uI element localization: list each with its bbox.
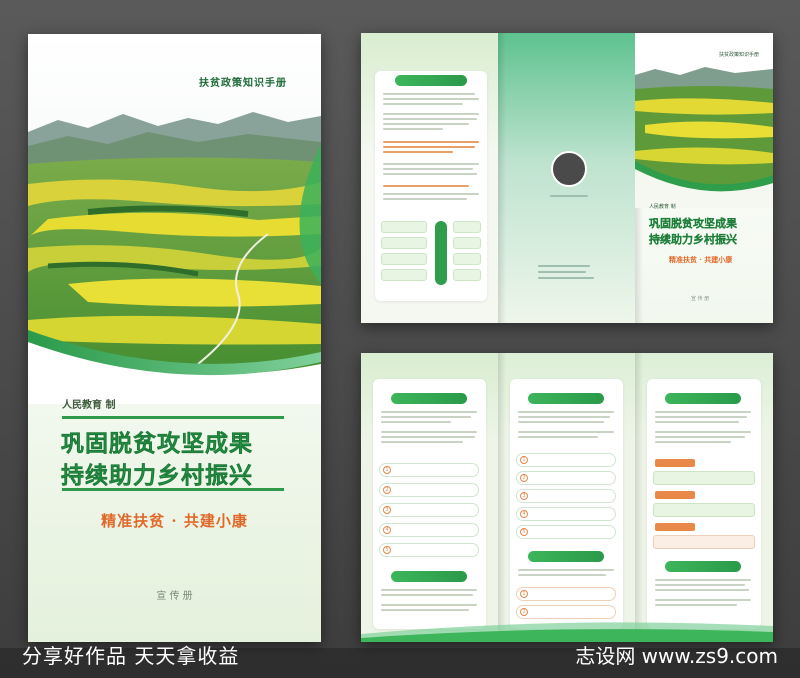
handbook-title: 扶贫政策知识手册 bbox=[199, 78, 287, 89]
cover-title-line-2: 持续助力乡村振兴 bbox=[61, 463, 253, 489]
cover-subtitle: 精准扶贫 · 共建小康 bbox=[101, 512, 248, 530]
inner-panel-right bbox=[635, 353, 773, 642]
outer-panel-right: 扶贫政策知识手册 人民教育 制 巩固脱贫攻坚成果 持续助力乡村振兴 精准扶贫 ·… bbox=[635, 33, 773, 323]
brochure-label: 宣 传 册 bbox=[156, 591, 193, 602]
title-rule-bottom bbox=[62, 488, 284, 491]
outer-panel-middle bbox=[498, 33, 635, 323]
mini-publisher: 人民教育 制 bbox=[649, 204, 676, 210]
landscape-illustration bbox=[28, 34, 321, 404]
vertical-pill bbox=[435, 221, 447, 285]
mini-subtitle: 精准扶贫 · 共建小康 bbox=[669, 255, 733, 264]
watermark-slogan: 分享好作品 天天拿收益 bbox=[22, 644, 240, 668]
mini-handbook-title: 扶贫政策知识手册 bbox=[718, 52, 759, 58]
mini-landscape-illustration bbox=[635, 33, 773, 208]
mini-title-line-2: 持续助力乡村振兴 bbox=[649, 233, 737, 246]
inner-panel-left: 1 2 3 4 5 bbox=[361, 353, 498, 642]
section-pill bbox=[395, 75, 467, 86]
inner-trifold: 1 2 3 4 5 1 2 3 4 5 1 2 bbox=[361, 353, 773, 642]
outer-trifold: 扶贫政策知识手册 人民教育 制 巩固脱贫攻坚成果 持续助力乡村振兴 精准扶贫 ·… bbox=[361, 33, 773, 323]
brochure-cover: 扶贫政策知识手册 人民教育 制 巩固脱贫攻坚成果 持续助力乡村振兴 精准扶贫 ·… bbox=[28, 34, 321, 642]
mini-brochure-label: 宣 传 册 bbox=[691, 296, 710, 302]
watermark-site: 志设网 www.zs9.com bbox=[575, 644, 778, 668]
outer-panel-left bbox=[361, 33, 498, 323]
title-rule-top bbox=[62, 416, 284, 419]
inner-panel-middle: 1 2 3 4 5 1 2 bbox=[498, 353, 635, 642]
mini-title-line-1: 巩固脱贫攻坚成果 bbox=[649, 217, 737, 230]
policy-card bbox=[375, 71, 487, 301]
inner-card-middle: 1 2 3 4 5 1 2 bbox=[510, 379, 623, 629]
bottom-green-wave bbox=[361, 622, 773, 642]
inner-card-left: 1 2 3 4 5 bbox=[373, 379, 486, 629]
cover-title-line-1: 巩固脱贫攻坚成果 bbox=[61, 431, 253, 457]
inner-card-right bbox=[647, 379, 761, 629]
qr-code-placeholder bbox=[551, 151, 587, 187]
publisher-label: 人民教育 制 bbox=[62, 400, 116, 411]
